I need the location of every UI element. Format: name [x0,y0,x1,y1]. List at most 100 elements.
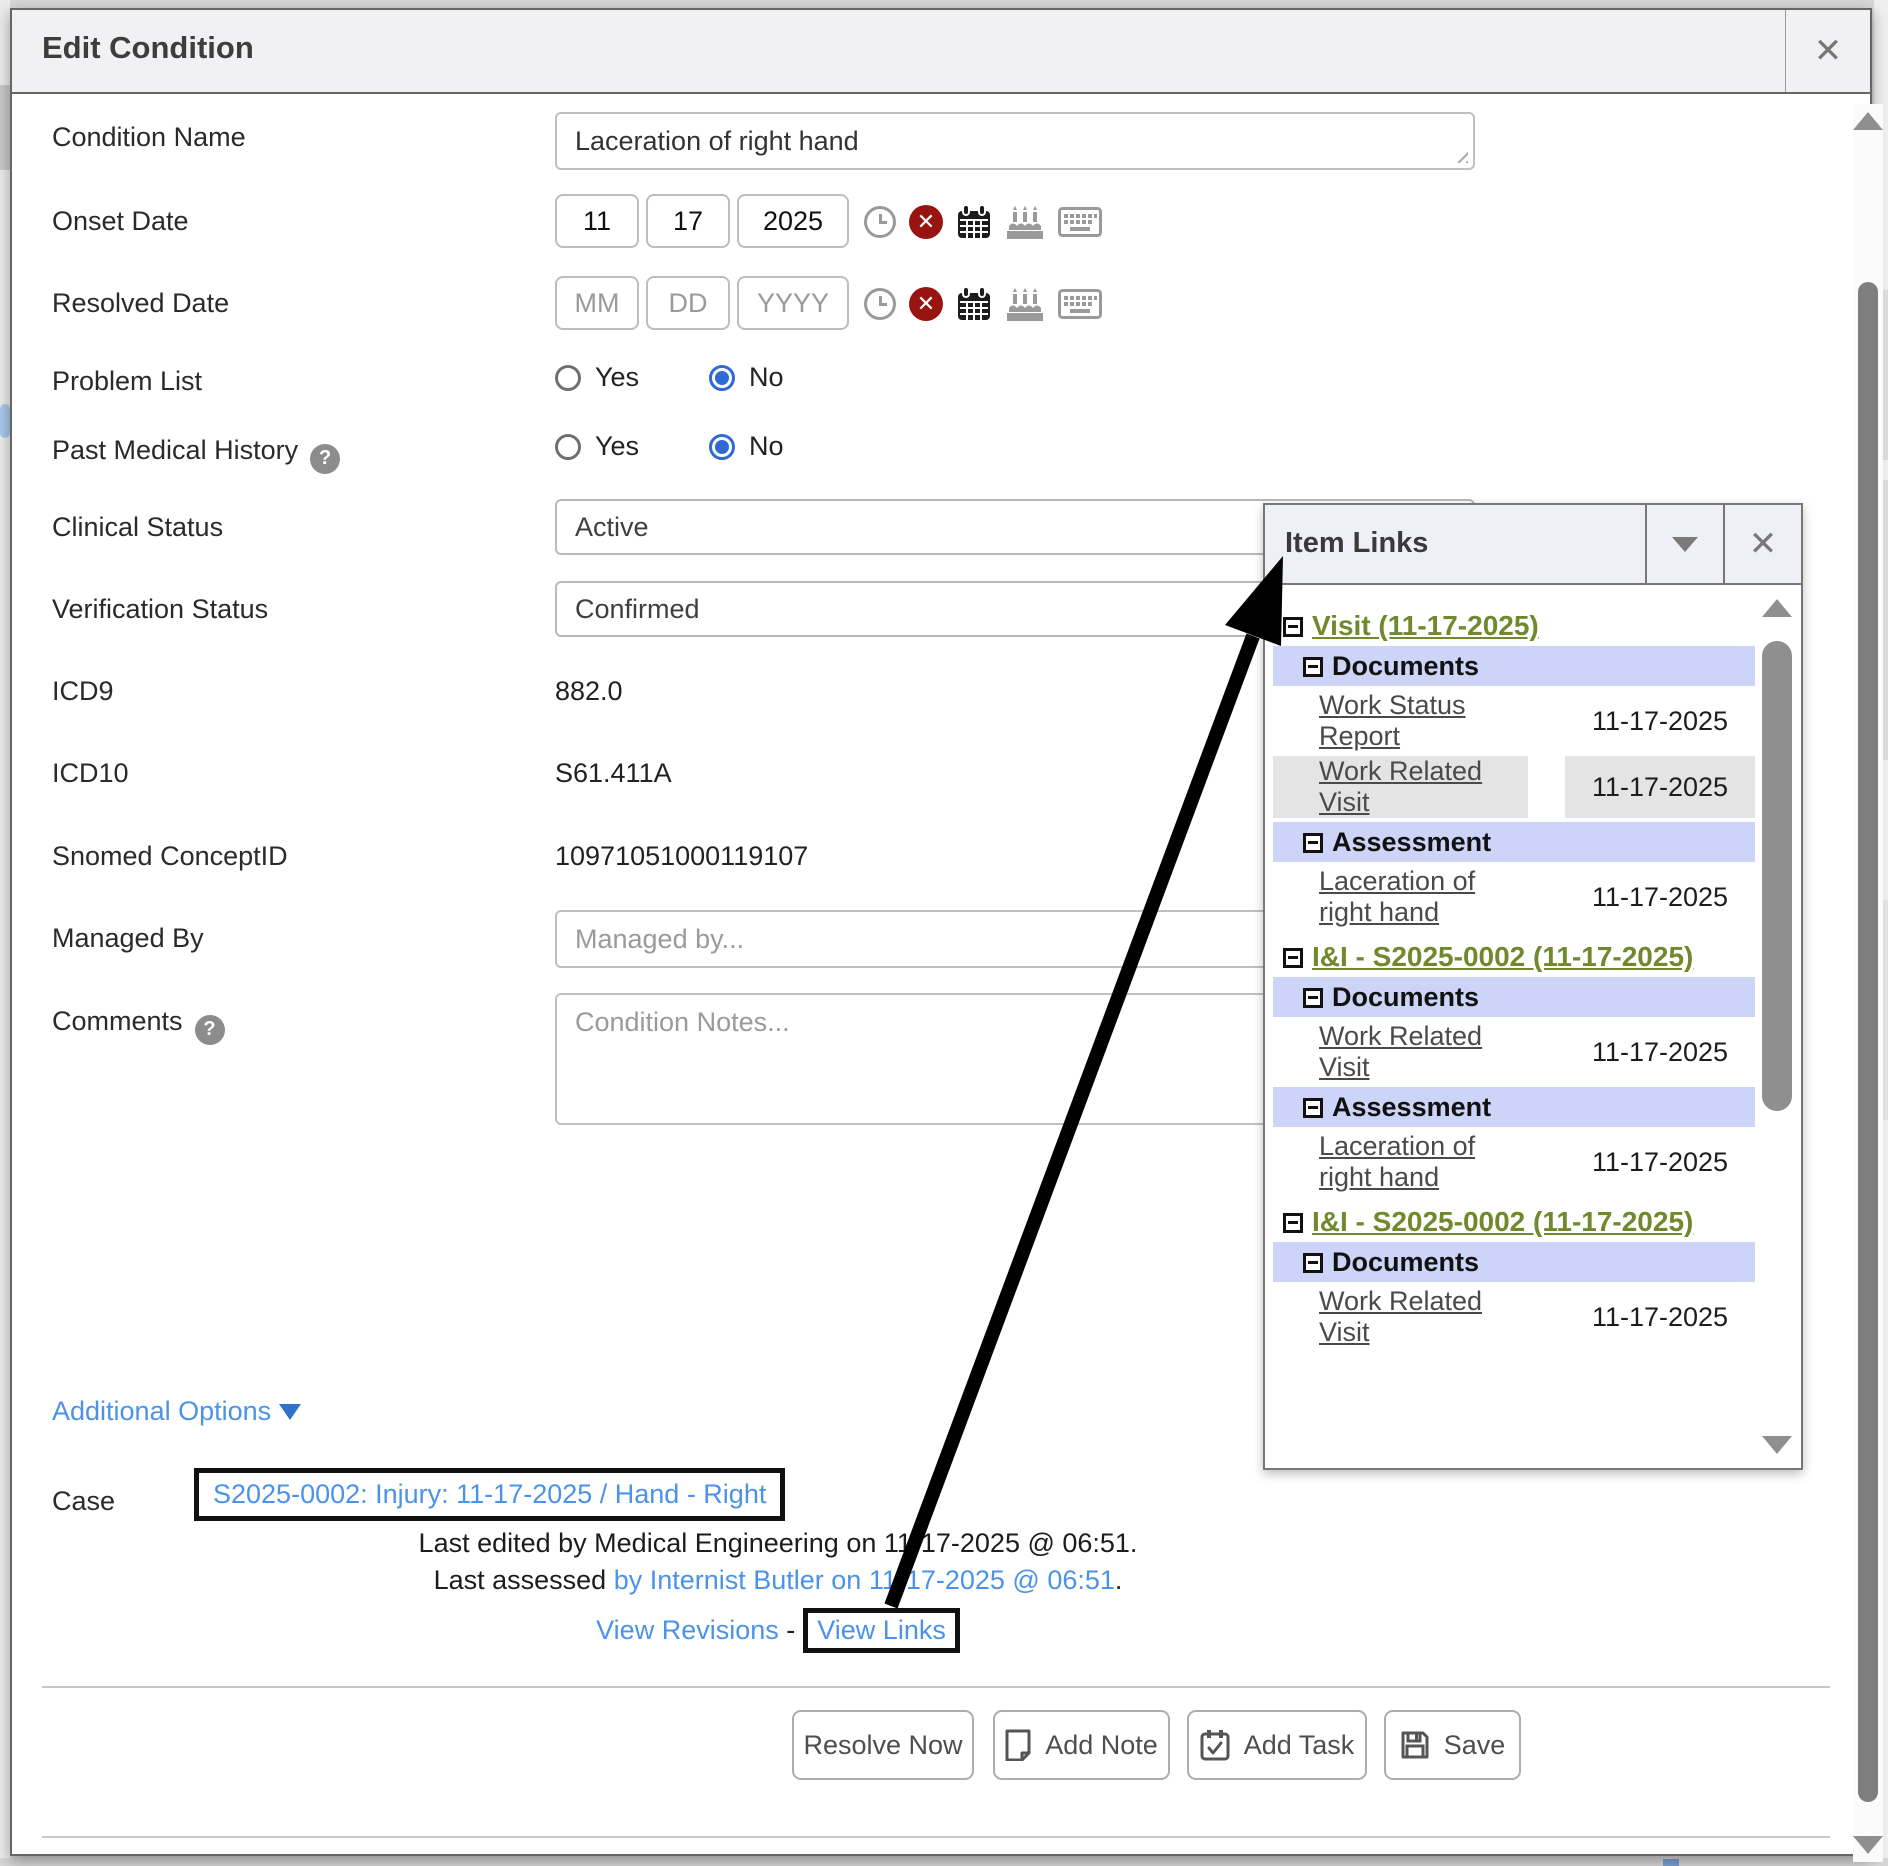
case-link[interactable]: S2025-0002: Injury: 11-17-2025 / Hand - … [213,1479,766,1509]
group-link[interactable]: I&I - S2025-0002 (11-17-2025) [1312,941,1693,972]
resolved-month-input[interactable]: MM [555,276,639,330]
view-links-link[interactable]: View Links [817,1615,946,1645]
item-date: 11-17-2025 [1565,1021,1755,1083]
help-icon[interactable]: ? [195,1015,225,1045]
item-date: 11-17-2025 [1565,690,1755,752]
section-label: Assessment [1332,1092,1491,1122]
clinical-status-label: Clinical Status [52,512,223,543]
time-icon[interactable] [864,288,896,320]
dialog-header: Edit Condition ✕ [12,10,1870,94]
item-links-collapse-button[interactable] [1645,505,1723,583]
onset-year-input[interactable]: 2025 [737,194,849,248]
clear-date-icon[interactable]: ✕ [909,287,943,321]
dialog-close-button[interactable]: ✕ [1785,10,1870,92]
condition-name-input[interactable]: Laceration of right hand [555,112,1475,170]
onset-year-value: 2025 [763,206,823,237]
scroll-up-icon[interactable] [1762,599,1792,617]
resolved-year-placeholder: YYYY [757,288,829,319]
scrollbar-thumb[interactable] [1762,641,1792,1111]
task-calendar-icon [1200,1729,1230,1761]
keyboard-icon[interactable] [1058,207,1102,237]
item-link[interactable]: Work Status Report [1319,690,1528,752]
collapse-minus-icon[interactable] [1303,988,1323,1008]
background-page-left [0,0,10,1866]
scroll-down-icon[interactable] [1762,1436,1792,1454]
background-page-bottom [0,1858,1888,1866]
item-link[interactable]: Work Related Visit [1319,1021,1528,1083]
item-link[interactable]: Laceration of right hand [1319,1131,1528,1193]
snomed-value: 10971051000119107 [555,841,808,872]
link-separator: - [786,1615,795,1645]
pmh-yes-radio[interactable] [555,434,581,460]
collapse-minus-icon[interactable] [1303,657,1323,677]
problem-list-no-radio[interactable] [709,365,735,391]
background-fragment [0,404,10,438]
add-note-button[interactable]: Add Note [993,1710,1170,1780]
view-revisions-link[interactable]: View Revisions [596,1615,779,1645]
collapse-minus-icon[interactable] [1283,948,1303,968]
item-link[interactable]: Work Related Visit [1319,1286,1528,1348]
resolved-day-input[interactable]: DD [646,276,730,330]
clear-date-icon[interactable]: ✕ [909,205,943,239]
onset-month-input[interactable]: 11 [555,194,639,248]
collapse-minus-icon[interactable] [1303,1098,1323,1118]
calendar-icon[interactable] [956,286,992,322]
item-links-panel: Item Links ✕ Visit (11-17-2025) Documents… [1263,503,1803,1470]
item-links-section-row: Assessment [1273,822,1755,862]
onset-month-value: 11 [583,206,611,237]
onset-day-value: 17 [673,206,703,237]
item-link-row: Work Related Visit 11-17-2025 [1273,1019,1755,1085]
group-link[interactable]: I&I - S2025-0002 (11-17-2025) [1312,1206,1693,1237]
resolved-year-input[interactable]: YYYY [737,276,849,330]
additional-options-toggle[interactable]: Additional Options [52,1396,301,1427]
add-task-button[interactable]: Add Task [1187,1710,1367,1780]
comments-placeholder: Condition Notes... [575,1007,790,1038]
section-label: Documents [1332,982,1479,1012]
birthday-icon[interactable] [1005,286,1045,322]
time-icon[interactable] [864,206,896,238]
problem-list-yes-radio[interactable] [555,365,581,391]
save-icon [1400,1730,1430,1760]
collapse-minus-icon[interactable] [1303,1253,1323,1273]
help-icon[interactable]: ? [310,444,340,474]
chevron-down-icon [1672,537,1698,552]
item-link[interactable]: Work Related Visit [1319,756,1528,818]
past-medical-history-radio-group: Yes No [555,431,784,462]
calendar-icon[interactable] [956,204,992,240]
item-link-row: Laceration of right hand11-17-2025 [1273,1129,1755,1195]
last-edited-line: Last edited by Medical Engineering on 11… [28,1528,1528,1559]
problem-list-radio-group: Yes No [555,362,784,393]
icd10-value: S61.411A [555,758,672,789]
item-links-section-row: Documents [1273,977,1755,1017]
birthday-icon[interactable] [1005,204,1045,240]
collapse-minus-icon[interactable] [1283,1213,1303,1233]
scrollbar-thumb[interactable] [1858,282,1878,1802]
item-links-title: Item Links [1285,527,1428,560]
scroll-down-icon[interactable] [1853,1836,1883,1854]
resize-grip-icon[interactable] [1455,150,1468,163]
group-link[interactable]: Visit (11-17-2025) [1312,610,1539,641]
pmh-no-radio[interactable] [709,434,735,460]
save-label: Save [1444,1730,1506,1761]
save-button[interactable]: Save [1384,1710,1521,1780]
comments-label-text: Comments [52,1006,183,1036]
divider [42,1686,1830,1688]
item-links-close-button[interactable]: ✕ [1723,505,1801,583]
resolved-date-label: Resolved Date [52,288,229,319]
onset-day-input[interactable]: 17 [646,194,730,248]
problem-list-no-label: No [749,362,784,393]
keyboard-icon[interactable] [1058,289,1102,319]
resolve-now-button[interactable]: Resolve Now [792,1710,974,1780]
item-links-scrollbar[interactable] [1758,591,1796,1462]
item-links-rows: Visit (11-17-2025) Documents Work Status R… [1265,585,1755,1468]
item-link-row: Work Status Report 11-17-2025 [1273,688,1755,754]
last-assessed-link[interactable]: by Internist Butler on 11-17-2025 @ 06:5… [614,1565,1115,1595]
comments-label: Comments? [52,1006,225,1045]
scroll-up-icon[interactable] [1853,112,1883,130]
problem-list-yes-label: Yes [595,362,639,393]
collapse-minus-icon[interactable] [1283,617,1303,637]
item-link[interactable]: Laceration of right hand [1319,866,1528,928]
resolve-now-label: Resolve Now [803,1730,962,1761]
collapse-minus-icon[interactable] [1303,833,1323,853]
dialog-scrollbar[interactable] [1853,104,1883,1862]
